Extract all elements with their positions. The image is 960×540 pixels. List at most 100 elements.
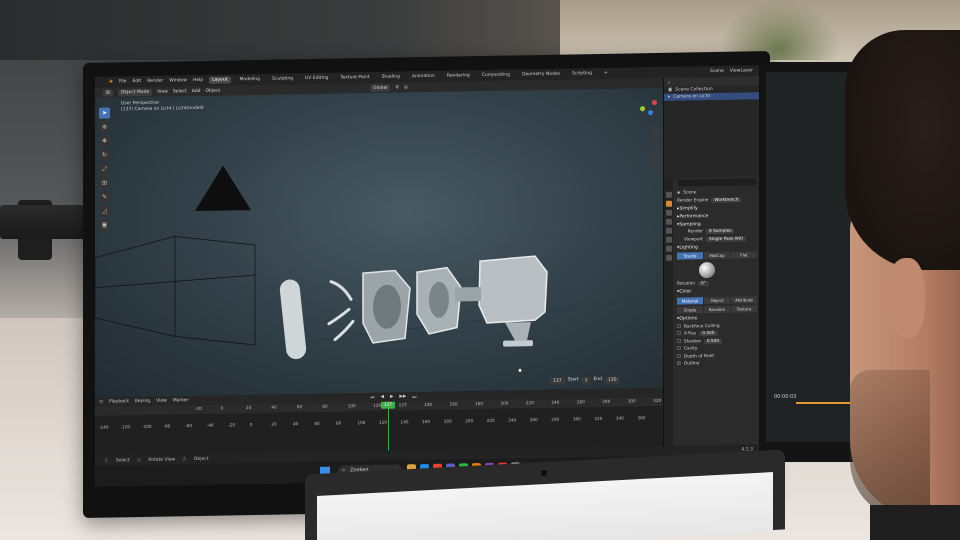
light-object[interactable] [195,165,251,212]
xray-field[interactable]: 0.500 [699,331,718,337]
gizmo-y-icon[interactable] [640,106,645,112]
keying-menu[interactable]: Keying [135,399,150,404]
add-workspace-button[interactable]: + [601,70,611,77]
tab-scripting[interactable]: Scripting [569,70,595,77]
tab-uv-editing[interactable]: UV Editing [302,75,331,83]
timeline-tick-label: -20 [195,405,202,412]
view-menu-timeline[interactable]: View [156,399,167,404]
tab-modeling[interactable]: Modeling [237,76,263,83]
view-layer-tab-icon[interactable] [665,218,672,225]
tool-tab-icon[interactable] [665,191,672,198]
shadow-label: Shadow [683,338,701,345]
rotation-field[interactable]: 0° [697,281,709,287]
lamp-reflector[interactable] [362,269,411,344]
menu-file[interactable]: File [119,79,127,84]
scene-selector[interactable]: Scene [710,69,724,74]
outliner-panel[interactable]: ⌕ ▣ Scene Collection ▸ Camera en Licht [663,76,759,178]
view-layer-selector[interactable]: ViewLayer [730,68,759,73]
lighting-flat-button[interactable]: Flat [731,251,757,259]
menu-render[interactable]: Render [147,79,163,84]
lighting-options: Studio MatCap Flat [677,251,757,260]
play-icon[interactable]: ▶ [390,395,393,400]
camera-view-icon[interactable] [651,149,660,160]
tab-geometry-nodes[interactable]: Geometry Nodes [519,71,563,79]
color-attribute-button[interactable]: Attribute [731,295,757,304]
menu-window[interactable]: Window [169,78,187,83]
jump-start-icon[interactable]: ⏮ [370,394,374,400]
color-material-button[interactable]: Material [677,296,703,305]
timeline-editor-icon[interactable]: ◷ [99,400,103,405]
end-frame-field[interactable]: 130 [605,376,620,384]
scene-tab-icon[interactable] [665,227,672,234]
add-menu[interactable]: Add [192,88,201,93]
prev-key-icon[interactable]: ◀ [380,395,383,400]
color-object-button[interactable]: Object [704,296,730,304]
color-random-button[interactable]: Random [704,305,730,313]
outline-row[interactable]: ☑ Outline [677,359,757,368]
perspective-toggle-icon[interactable] [651,161,660,172]
timeline-tick-label: 300 [572,416,581,422]
zoom-icon[interactable] [651,125,660,136]
lamp-bezel[interactable] [416,266,462,335]
select-menu[interactable]: Select [173,89,187,94]
tab-layout[interactable]: Layout [209,76,231,84]
outliner-filter-icon[interactable]: ⌕ [668,79,671,85]
timeline-ruler-lower[interactable]: -140 -120 -100 -80 -60 -40 -20 0 20 40 60 80 100 120 1… [95,414,663,433]
outliner-item-label: Scene Collection [675,87,713,93]
modifier-tab-icon[interactable] [665,254,672,261]
navigation-gizmo[interactable] [640,98,660,118]
properties-search[interactable] [677,178,757,187]
object-tab-icon[interactable] [665,245,672,252]
lamp-clips[interactable] [327,280,355,342]
playhead-frame-label[interactable]: 137 [381,401,395,409]
render-tab-icon[interactable] [665,200,672,207]
menu-edit[interactable]: Edit [132,79,141,84]
pan-icon[interactable] [651,137,660,148]
blender-logo-icon[interactable]: ◉ [109,79,113,84]
render-engine-select[interactable]: Workbench [711,197,742,203]
3d-viewport[interactable]: User Perspective (137) Camera on Licht |… [95,87,663,398]
timeline-editor[interactable]: 137 Start 1 End 130 ◷ Playback Keying Vi… [95,376,738,456]
color-section[interactable]: ▾ Color [677,287,757,296]
lamp-lens[interactable] [279,278,307,360]
marker-menu[interactable]: Marker [173,398,189,403]
jump-end-icon[interactable]: ⏭ [412,394,416,400]
current-frame-field[interactable]: 137 [550,377,565,385]
matcap-preview[interactable] [699,261,715,279]
transform-orientation-selector[interactable]: Global [370,84,391,92]
camera-frustum[interactable] [95,235,256,348]
tab-rendering[interactable]: Rendering [444,72,473,80]
render-samples-select[interactable]: 8 Samples [706,228,735,235]
mode-selector[interactable]: Object Mode [117,88,153,96]
world-tab-icon[interactable] [665,236,672,243]
snap-icon[interactable]: ⚲ [395,85,398,90]
shadow-field[interactable]: 0.500 [703,338,723,344]
tab-shading[interactable]: Shading [379,73,403,80]
editor-type-button[interactable]: ⊞ [103,88,113,97]
tab-animation[interactable]: Animation [409,73,438,81]
object-menu[interactable]: Object [205,88,220,93]
output-tab-icon[interactable] [665,209,672,216]
tab-texture-paint[interactable]: Texture Paint [338,74,373,82]
playback-menu[interactable]: Playback [109,399,129,404]
timeline-tick-label: 180 [475,401,483,407]
color-single-button[interactable]: Single [677,305,703,314]
color-texture-button[interactable]: Texture [731,304,757,313]
tab-compositing[interactable]: Compositing [479,71,513,79]
proportional-edit-icon[interactable]: ◎ [404,85,408,90]
lighting-matcap-button[interactable]: MatCap [704,251,730,260]
playhead[interactable] [388,401,389,451]
viewport-samples-select[interactable]: Single Pass Anti [706,236,746,242]
properties-panel[interactable]: ◈ Scene Render Engine Workbench ▸ Simplify… [663,176,759,446]
view-menu[interactable]: View [157,89,168,94]
gizmo-x-icon[interactable] [652,99,657,106]
lighting-studio-button[interactable]: Studio [677,252,703,260]
gizmo-z-icon[interactable] [648,110,653,116]
outliner-item-camera-en-licht[interactable]: ▸ Camera en Licht [664,92,759,101]
lighting-section[interactable]: ▾ Lighting [677,242,757,251]
start-frame-field[interactable]: 1 [581,377,591,385]
next-key-icon[interactable]: ▶▶ [399,394,406,399]
tab-sculpting[interactable]: Sculpting [269,75,296,82]
lamp-housing[interactable] [455,255,548,348]
menu-help[interactable]: Help [193,78,203,83]
